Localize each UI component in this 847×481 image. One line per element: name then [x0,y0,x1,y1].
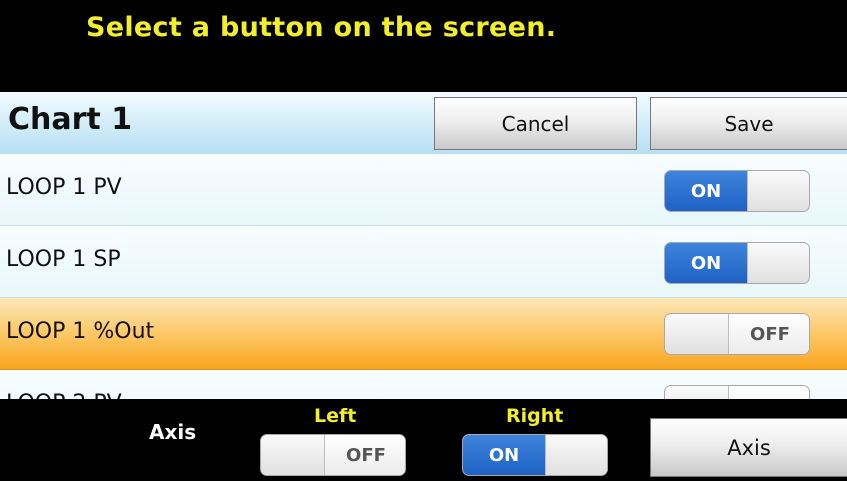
top-bar: Select a button on the screen. [0,0,847,92]
toggle-knob [747,171,809,211]
toggle-off-text: OFF [325,435,405,475]
prompt-text: Select a button on the screen. [86,12,557,43]
list-item-loop1-pv[interactable]: LOOP 1 PV ON [0,154,847,226]
list-item-label: LOOP 1 SP [6,247,121,272]
axis-button[interactable]: Axis [650,418,847,477]
right-axis-label: Right [506,405,564,427]
toggle-loop1-sp[interactable]: ON [664,242,810,284]
toggle-loop2-pv[interactable]: OFF [664,385,810,399]
toggle-loop1-out[interactable]: OFF [664,313,810,355]
toggle-on-text: ON [665,243,747,283]
list-item-label: LOOP 1 %Out [6,319,155,344]
list-item-loop1-sp[interactable]: LOOP 1 SP ON [0,226,847,298]
toggle-on-text: ON [665,171,747,211]
toggle-loop1-pv[interactable]: ON [664,170,810,212]
save-button[interactable]: Save [650,97,847,150]
left-axis-label: Left [314,405,357,427]
toggle-right-axis[interactable]: ON [462,434,608,476]
list-item-label: LOOP 2 PV [6,391,122,399]
trace-list: LOOP 1 PV ON LOOP 1 SP ON LOOP 1 %Out OF… [0,154,847,399]
toggle-knob [261,435,325,475]
list-item-loop2-pv[interactable]: LOOP 2 PV OFF [0,370,847,399]
cancel-button[interactable]: Cancel [434,97,637,150]
page-title: Chart 1 [8,102,133,137]
toggle-off-text: OFF [729,386,809,399]
toggle-knob [665,314,729,354]
toggle-left-axis[interactable]: OFF [260,434,406,476]
list-item-loop1-out[interactable]: LOOP 1 %Out OFF [0,298,847,370]
toggle-off-text: OFF [729,314,809,354]
toggle-knob [545,435,607,475]
toggle-knob [747,243,809,283]
axis-label: Axis [149,420,197,444]
toggle-knob [665,386,729,399]
toggle-on-text: ON [463,435,545,475]
list-item-label: LOOP 1 PV [6,175,122,200]
